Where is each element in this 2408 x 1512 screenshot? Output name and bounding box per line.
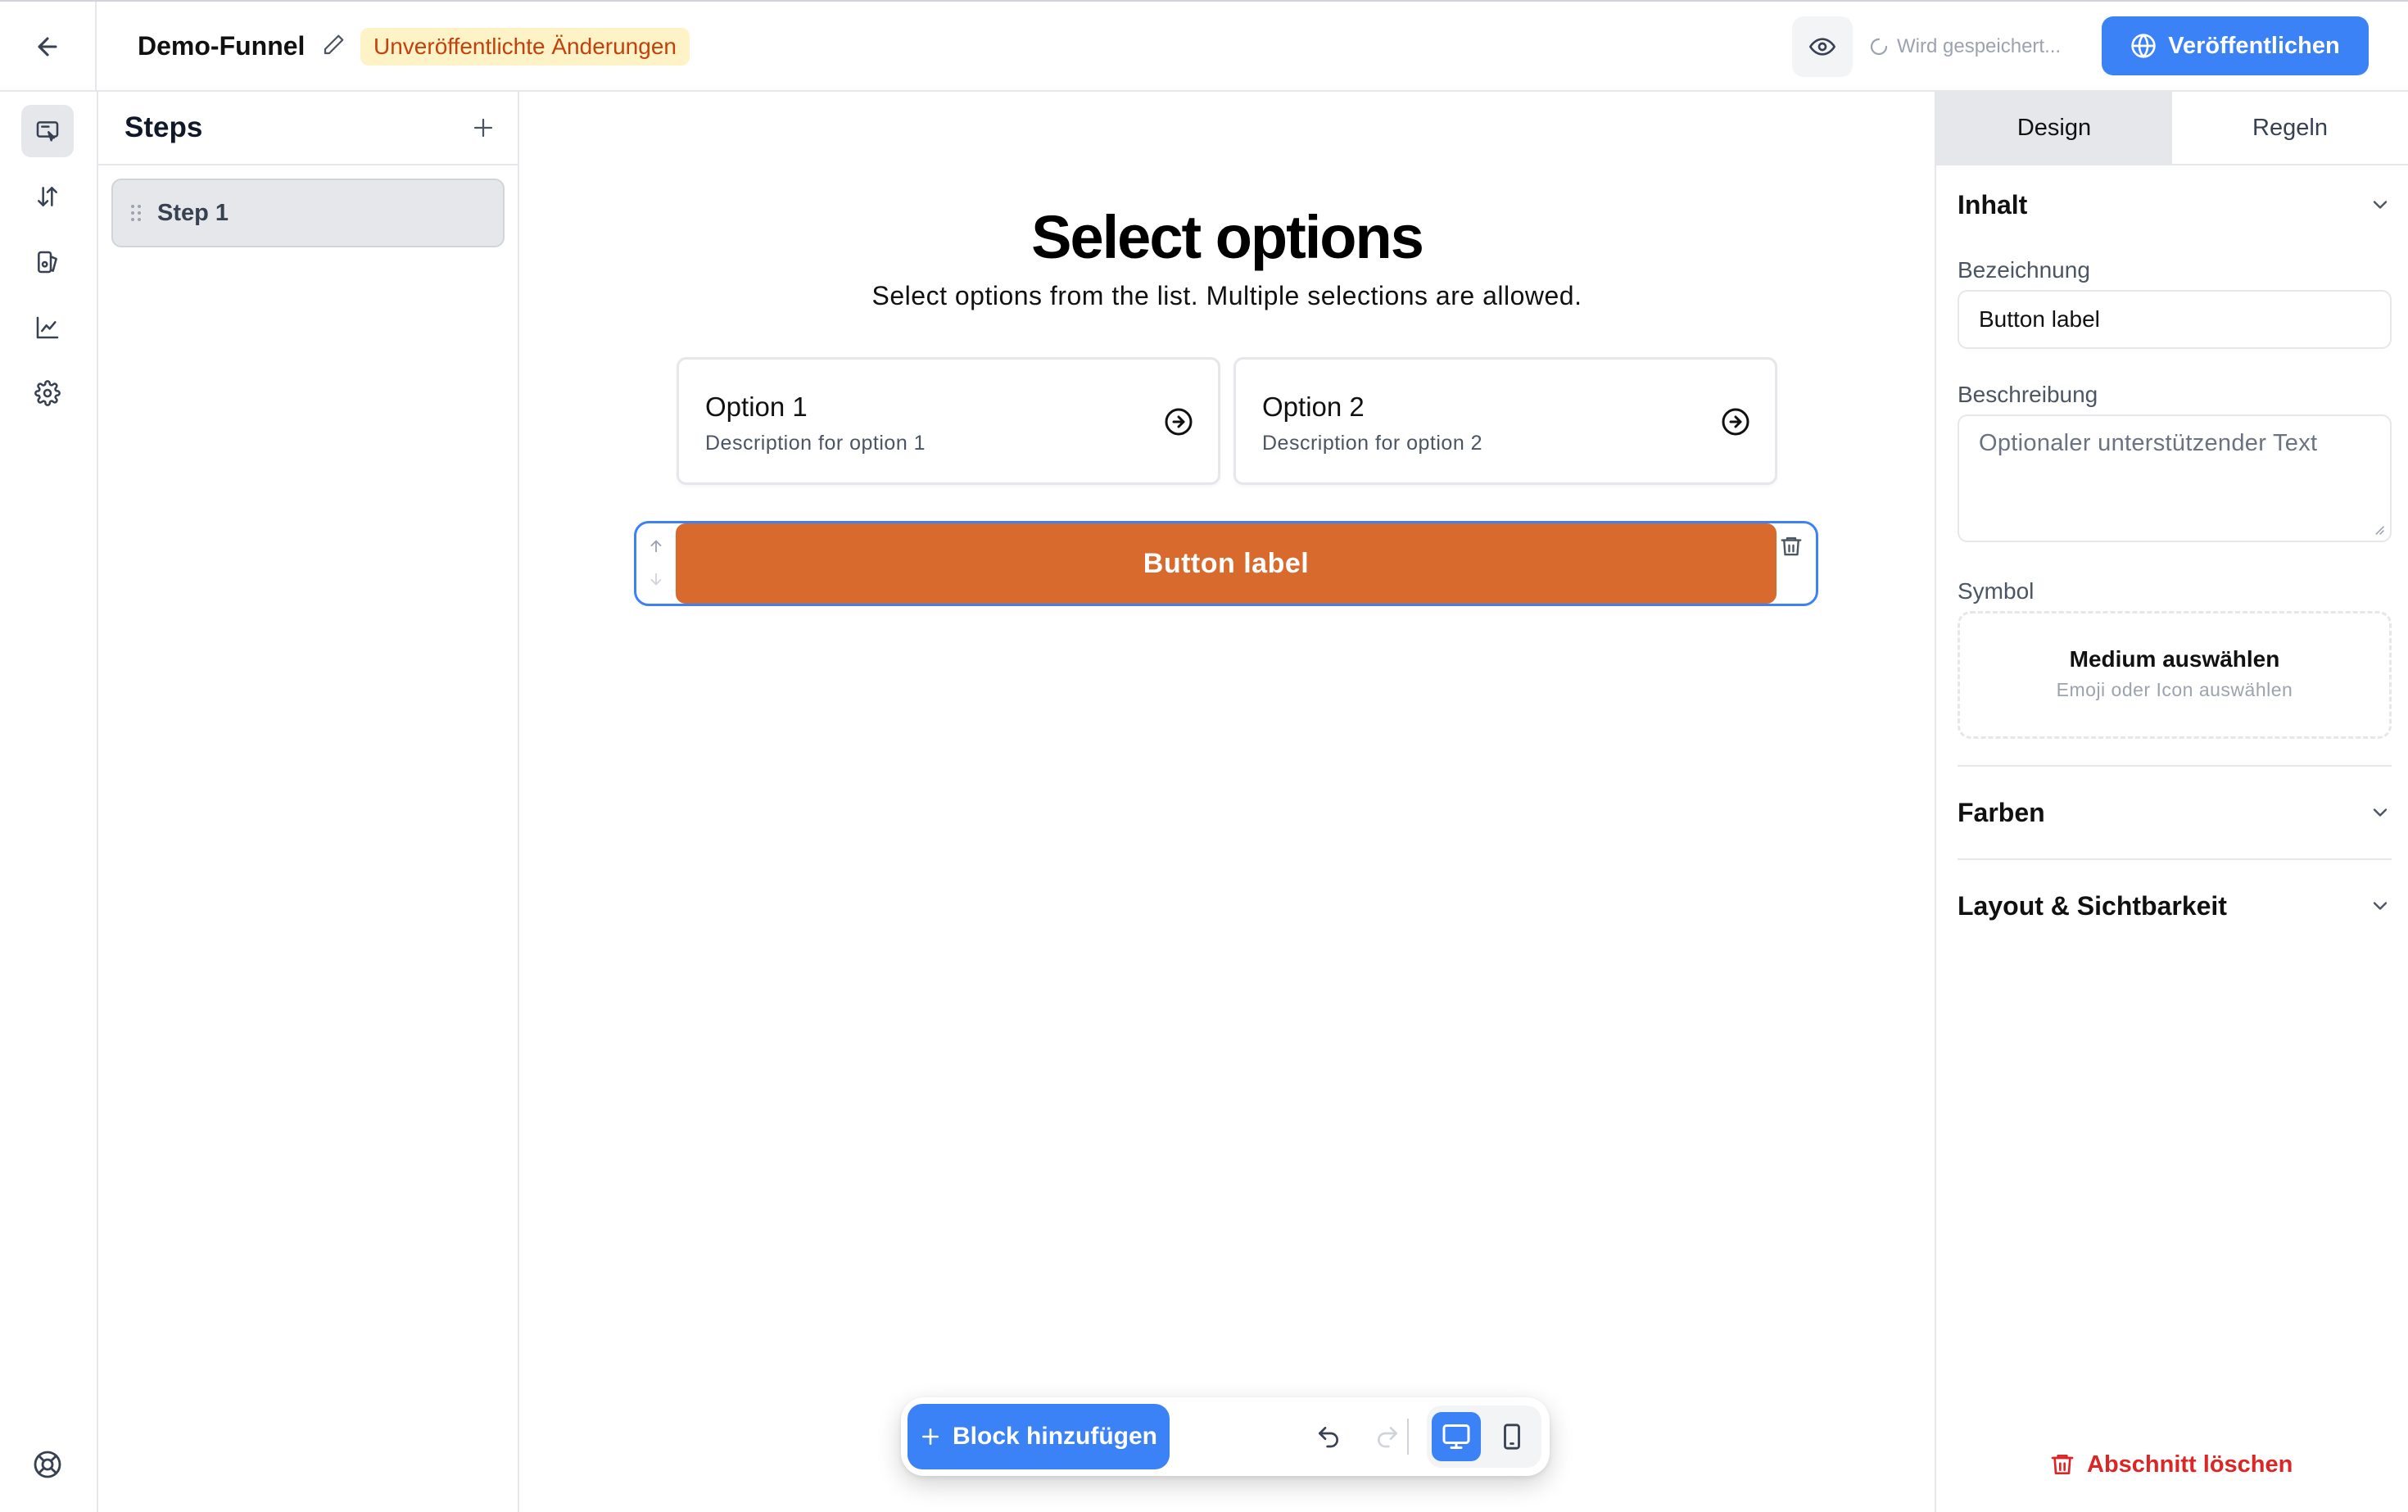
symbol-field-label: Symbol bbox=[1958, 578, 2035, 604]
option-description: Description for option 2 bbox=[1262, 432, 1483, 455]
rail-settings[interactable] bbox=[21, 367, 74, 419]
tab-design[interactable]: Design bbox=[1936, 92, 2172, 164]
section-colors-title: Farben bbox=[1958, 797, 2045, 827]
steps-header: Steps bbox=[98, 92, 518, 165]
globe-icon bbox=[2131, 34, 2156, 58]
page-heading[interactable]: Select options bbox=[519, 203, 1935, 272]
move-up-icon[interactable] bbox=[645, 535, 668, 558]
chevron-down-icon bbox=[2373, 902, 2388, 910]
drag-handle-icon[interactable] bbox=[128, 203, 144, 223]
templates-icon bbox=[38, 251, 57, 274]
description-field-label: Beschreibung bbox=[1958, 382, 2098, 407]
section-content-title: Inhalt bbox=[1958, 189, 2028, 220]
unpublished-changes-badge: Unveröffentlichte Änderungen bbox=[360, 28, 690, 66]
rail-editor[interactable] bbox=[21, 105, 74, 157]
label-field-label: Bezeichnung bbox=[1958, 257, 2090, 283]
publish-button[interactable]: Veröffentlichen bbox=[2102, 16, 2369, 75]
section-layout-title: Layout & Sichtbarkeit bbox=[1958, 890, 2227, 921]
device-toggle bbox=[1427, 1406, 1541, 1468]
selected-button-block[interactable]: Button label bbox=[634, 521, 1818, 606]
funnel-title[interactable]: Demo-Funnel bbox=[138, 29, 305, 62]
description-textarea[interactable]: Optionaler unterstützender Text bbox=[1958, 414, 2392, 542]
add-block-label: Block hinzufügen bbox=[953, 1423, 1157, 1450]
option-description: Description for option 1 bbox=[705, 432, 926, 455]
top-bar: Demo-Funnel Unveröffentlichte Änderungen… bbox=[0, 0, 2408, 92]
section-content-toggle[interactable]: Inhalt bbox=[1958, 180, 2392, 229]
step-item[interactable]: Step 1 bbox=[111, 179, 505, 247]
properties-panel: Design Regeln Inhalt Bezeichnung Button … bbox=[1935, 92, 2408, 1512]
step-label: Step 1 bbox=[157, 199, 229, 226]
description-placeholder: Optionaler unterstützender Text bbox=[1979, 430, 2318, 456]
editor-icon bbox=[36, 121, 59, 142]
arrow-right-circle-icon bbox=[1721, 407, 1750, 441]
back-button[interactable] bbox=[0, 2, 97, 92]
toolbar-divider bbox=[1407, 1419, 1409, 1455]
add-block-button[interactable]: Block hinzufügen bbox=[908, 1404, 1170, 1469]
rail-templates[interactable] bbox=[21, 236, 74, 288]
option-card-1[interactable]: Option 1 Description for option 1 bbox=[677, 357, 1220, 485]
chevron-down-icon bbox=[2373, 201, 2388, 209]
section-colors-toggle[interactable]: Farben bbox=[1958, 788, 2392, 837]
redo-icon[interactable] bbox=[1366, 1415, 1409, 1458]
option-title: Option 2 bbox=[1262, 392, 1365, 422]
option-card-2[interactable]: Option 2 Description for option 2 bbox=[1233, 357, 1777, 485]
undo-icon[interactable] bbox=[1307, 1415, 1350, 1458]
delete-section-label: Abschnitt löschen bbox=[2087, 1451, 2293, 1478]
monitor-icon bbox=[1442, 1424, 1470, 1449]
icon-rail bbox=[0, 92, 98, 1512]
trash-icon bbox=[2051, 1455, 2074, 1474]
divider bbox=[1958, 765, 2392, 767]
floating-toolbar: Block hinzufügen bbox=[901, 1397, 1550, 1476]
sort-icon bbox=[38, 187, 57, 206]
help-lifebuoy-icon[interactable] bbox=[31, 1448, 64, 1481]
trash-icon[interactable] bbox=[1777, 532, 1806, 561]
plus-icon bbox=[922, 1428, 939, 1445]
arrow-left-icon bbox=[38, 37, 57, 57]
cta-button[interactable]: Button label bbox=[676, 523, 1777, 604]
page-subheading[interactable]: Select options from the list. Multiple s… bbox=[519, 278, 1935, 313]
properties-tabs: Design Regeln bbox=[1936, 92, 2408, 165]
saving-status-text: Wird gespeichert... bbox=[1897, 35, 2062, 57]
preview-button[interactable] bbox=[1792, 16, 1853, 77]
media-picker-subtitle: Emoji oder Icon auswählen bbox=[2056, 679, 2293, 700]
add-step-button[interactable] bbox=[467, 111, 500, 144]
tablet-icon bbox=[1504, 1424, 1520, 1450]
analytics-icon bbox=[36, 316, 59, 339]
move-down-icon[interactable] bbox=[645, 568, 668, 591]
media-picker-title: Medium auswählen bbox=[2069, 646, 2280, 672]
media-picker[interactable]: Medium auswählen Emoji oder Icon auswähl… bbox=[1958, 611, 2392, 739]
plus-icon bbox=[473, 118, 493, 138]
divider bbox=[1958, 858, 2392, 860]
section-layout-toggle[interactable]: Layout & Sichtbarkeit bbox=[1958, 881, 2392, 930]
mobile-view-button[interactable] bbox=[1487, 1412, 1537, 1461]
tab-rules[interactable]: Regeln bbox=[2172, 92, 2408, 164]
arrow-right-circle-icon bbox=[1164, 407, 1193, 441]
editor-canvas: Select options Select options from the l… bbox=[519, 92, 1935, 1512]
resize-grip-icon[interactable] bbox=[2372, 523, 2385, 536]
label-input[interactable]: Button label bbox=[1958, 290, 2392, 349]
spinner-icon bbox=[1870, 38, 1888, 56]
steps-panel: Steps Step 1 bbox=[98, 92, 519, 1512]
option-title: Option 1 bbox=[705, 392, 808, 422]
settings-icon bbox=[34, 380, 61, 406]
steps-title: Steps bbox=[124, 111, 203, 143]
delete-section-button[interactable]: Abschnitt löschen bbox=[2049, 1446, 2293, 1483]
desktop-view-button[interactable] bbox=[1432, 1412, 1481, 1461]
publish-button-label: Veröffentlichen bbox=[2168, 32, 2340, 59]
eye-icon bbox=[1809, 38, 1835, 56]
rail-analytics[interactable] bbox=[21, 301, 74, 354]
pencil-icon[interactable] bbox=[321, 33, 346, 61]
chevron-down-icon bbox=[2373, 808, 2388, 817]
saving-status: Wird gespeichert... bbox=[1869, 33, 2061, 61]
rail-sort[interactable] bbox=[21, 170, 74, 223]
